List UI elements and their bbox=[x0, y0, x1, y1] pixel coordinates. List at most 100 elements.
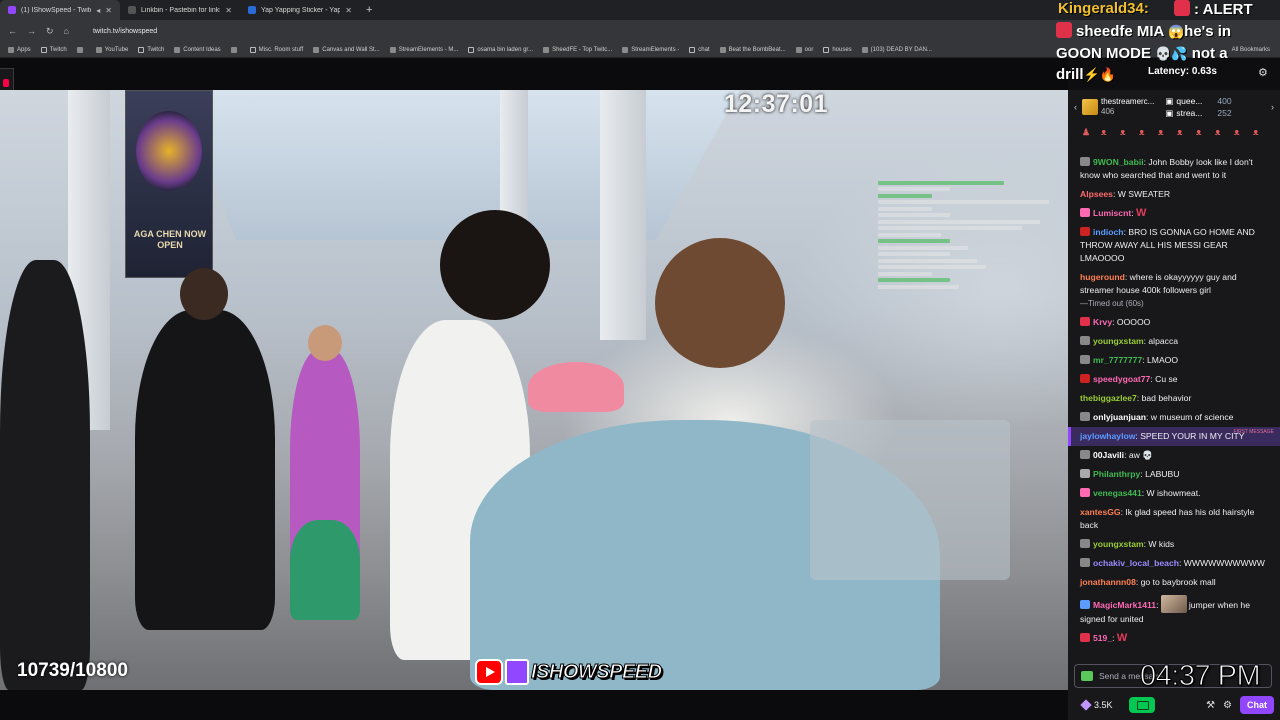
chat-username[interactable]: 00Javili bbox=[1093, 450, 1124, 460]
chat-message: 9WON_babii: John Bobby look like I don't… bbox=[1068, 153, 1280, 185]
person-silhouette bbox=[135, 310, 275, 630]
gift-leader-count: 406 bbox=[1101, 107, 1115, 116]
chevron-right-icon[interactable]: › bbox=[1271, 102, 1274, 112]
chat-username[interactable]: venegas441 bbox=[1093, 488, 1142, 498]
chat-username[interactable]: Lumiscnt bbox=[1093, 208, 1131, 218]
chat-username[interactable]: 519_ bbox=[1093, 633, 1112, 643]
gift-item-count: 252 bbox=[1217, 108, 1232, 118]
bookmark-item[interactable] bbox=[76, 46, 86, 53]
bookmark-label: (103) DEAD BY DAN... bbox=[870, 46, 932, 53]
bookmark-item[interactable]: Twitch bbox=[40, 46, 67, 53]
reload-icon[interactable]: ↻ bbox=[46, 26, 54, 37]
bookmark-item[interactable]: Canvas and Wall St... bbox=[313, 46, 380, 53]
chat-message: MagicMark1411: jumper when he signed for… bbox=[1068, 592, 1280, 629]
bookmark-label: SheedFE - Top Twitc... bbox=[552, 46, 613, 53]
tools-icon[interactable]: ⚒ bbox=[1206, 700, 1215, 711]
gift-leader-name: thestreamerc... bbox=[1101, 97, 1155, 106]
chat-username[interactable]: jonathannn08 bbox=[1080, 577, 1136, 587]
bookmark-item[interactable]: osama bin laden gr... bbox=[468, 46, 533, 53]
person-head bbox=[308, 325, 342, 361]
chevron-left-icon[interactable]: ‹ bbox=[1074, 102, 1077, 112]
back-icon[interactable]: ← bbox=[8, 26, 17, 36]
chat-username[interactable]: youngxstam bbox=[1093, 336, 1144, 346]
chat-message: ochakiv_local_beach: WWWWWWWWWW bbox=[1068, 554, 1280, 573]
chat-username[interactable]: 9WON_babii bbox=[1093, 157, 1144, 167]
bookmark-item[interactable]: StreamElements - bbox=[622, 46, 679, 53]
scream-emoji-icon: 😱 bbox=[1167, 24, 1185, 39]
chat-send-button[interactable]: Chat bbox=[1240, 696, 1274, 714]
alert-text: not a bbox=[1191, 45, 1228, 62]
chat-username[interactable]: youngxstam bbox=[1093, 539, 1144, 549]
mute-icon[interactable]: ◂ bbox=[96, 6, 100, 15]
browser-tab[interactable]: Linkbin - Pastebin for links ✕ bbox=[120, 0, 240, 20]
bookmark-item[interactable]: chat bbox=[689, 46, 710, 53]
url-field[interactable]: twitch.tv/ishowspeed bbox=[93, 28, 157, 35]
new-tab-icon[interactable]: + bbox=[360, 4, 378, 16]
emote-picker-icon[interactable] bbox=[1081, 671, 1093, 681]
bookmark-item[interactable] bbox=[230, 46, 240, 53]
banner-text: AGA CHEN NOW OPEN bbox=[133, 229, 207, 250]
gift-item[interactable]: ▣ quee... 400 bbox=[1165, 96, 1231, 107]
chat-badge-icon bbox=[1080, 227, 1090, 236]
alert-text: he's in bbox=[1184, 23, 1232, 40]
chat-badge-icon bbox=[1080, 539, 1090, 548]
avatar-icon: ▣ bbox=[1165, 107, 1174, 118]
chat-username[interactable]: onlyjuanjuan bbox=[1093, 412, 1146, 422]
gear-icon[interactable]: ⚙ bbox=[1223, 700, 1232, 711]
bookmark-favicon-icon bbox=[622, 46, 629, 53]
chat-badge-icon bbox=[1080, 633, 1090, 642]
face-emote-icon bbox=[1160, 595, 1187, 613]
points-gem-icon bbox=[1080, 699, 1092, 711]
chat-message: youngxstam: alpacca bbox=[1068, 332, 1280, 351]
chat-username[interactable]: ochakiv_local_beach bbox=[1093, 558, 1179, 568]
emote-row: ♟ ᴥ ᴥ ᴥ ᴥ ᴥ ᴥ ᴥ ᴥ ᴥ bbox=[1082, 126, 1278, 138]
forward-icon[interactable]: → bbox=[27, 26, 36, 36]
avatar-icon: ▣ bbox=[1165, 95, 1174, 106]
bookmark-item[interactable]: Content Ideas bbox=[174, 46, 221, 53]
chat-username[interactable]: speedygoat77 bbox=[1093, 374, 1150, 384]
close-tab-icon[interactable]: ✕ bbox=[225, 6, 232, 15]
browser-tab[interactable]: (1) IShowSpeed - Twitch ◂ ✕ bbox=[0, 0, 120, 20]
close-tab-icon[interactable]: ✕ bbox=[345, 6, 352, 15]
chat-message: FIRST MESSAGE jaylowhaylow: SPEED YOUR IN… bbox=[1068, 427, 1280, 446]
emote-icon: ᴥ bbox=[1120, 127, 1126, 137]
chat-username[interactable]: jaylowhaylow bbox=[1080, 431, 1135, 441]
alert-header: : ALERT bbox=[1174, 0, 1253, 18]
bookmark-item[interactable]: houses bbox=[823, 46, 852, 53]
chat-username[interactable]: hugeround bbox=[1080, 272, 1125, 282]
chat-messages: 9WON_babii: John Bobby look like I don't… bbox=[1068, 153, 1280, 648]
bookmark-item[interactable]: Twitch bbox=[138, 46, 164, 53]
claim-bonus-button[interactable] bbox=[1128, 697, 1155, 713]
bookmark-item[interactable]: Apps bbox=[8, 46, 31, 53]
close-tab-icon[interactable]: ✕ bbox=[105, 6, 112, 15]
user-settings-icon[interactable]: ⚙ bbox=[1258, 66, 1268, 79]
bookmark-item[interactable]: YouTube bbox=[95, 46, 128, 53]
chat-username[interactable]: thebiggazlee7 bbox=[1080, 393, 1137, 403]
chat-username[interactable]: Alpsees bbox=[1080, 189, 1113, 199]
chat-username[interactable]: Philanthrpy bbox=[1093, 469, 1140, 479]
latency-readout: Latency: 0.63s bbox=[1148, 66, 1217, 77]
chat-username[interactable]: mr_7777777 bbox=[1093, 355, 1142, 365]
emote-icon: ᴥ bbox=[1158, 127, 1164, 137]
browser-tab[interactable]: Yap Yapping Sticker - Yap Yappi... ✕ bbox=[240, 0, 360, 20]
bookmark-item[interactable]: oor bbox=[795, 46, 813, 53]
bookmark-item[interactable]: SheedFE - Top Twitc... bbox=[543, 46, 613, 53]
bookmark-item[interactable]: Misc. Room stuff bbox=[249, 46, 303, 53]
first-message-tag: FIRST MESSAGE bbox=[1233, 429, 1274, 435]
bookmark-item[interactable]: StreamElements - M... bbox=[389, 46, 458, 53]
alert-username: Kingerald34: bbox=[1058, 0, 1149, 17]
chat-username[interactable]: xantesGG bbox=[1080, 507, 1121, 517]
folder-icon bbox=[823, 46, 830, 53]
chat-username[interactable]: indioch bbox=[1093, 227, 1124, 237]
video-player[interactable]: AGA CHEN NOW OPEN bbox=[0, 90, 1068, 690]
channel-points[interactable]: 3.5K bbox=[1080, 699, 1113, 711]
chat-username[interactable]: MagicMark1411 bbox=[1093, 600, 1156, 610]
sub-goal-counter: 10739/10800 bbox=[17, 660, 128, 681]
bookmark-item[interactable]: Beat the BombBeat... bbox=[719, 46, 786, 53]
chat-text: W ishowmeat. bbox=[1146, 488, 1201, 498]
chat-username[interactable]: Krvy bbox=[1093, 317, 1112, 327]
gift-item[interactable]: ▣ strea... 252 bbox=[1165, 108, 1231, 119]
gift-leader[interactable]: thestreamerc... 406 bbox=[1101, 97, 1154, 117]
bookmark-item[interactable]: (103) DEAD BY DAN... bbox=[861, 46, 932, 53]
home-icon[interactable]: ⌂ bbox=[64, 26, 69, 36]
